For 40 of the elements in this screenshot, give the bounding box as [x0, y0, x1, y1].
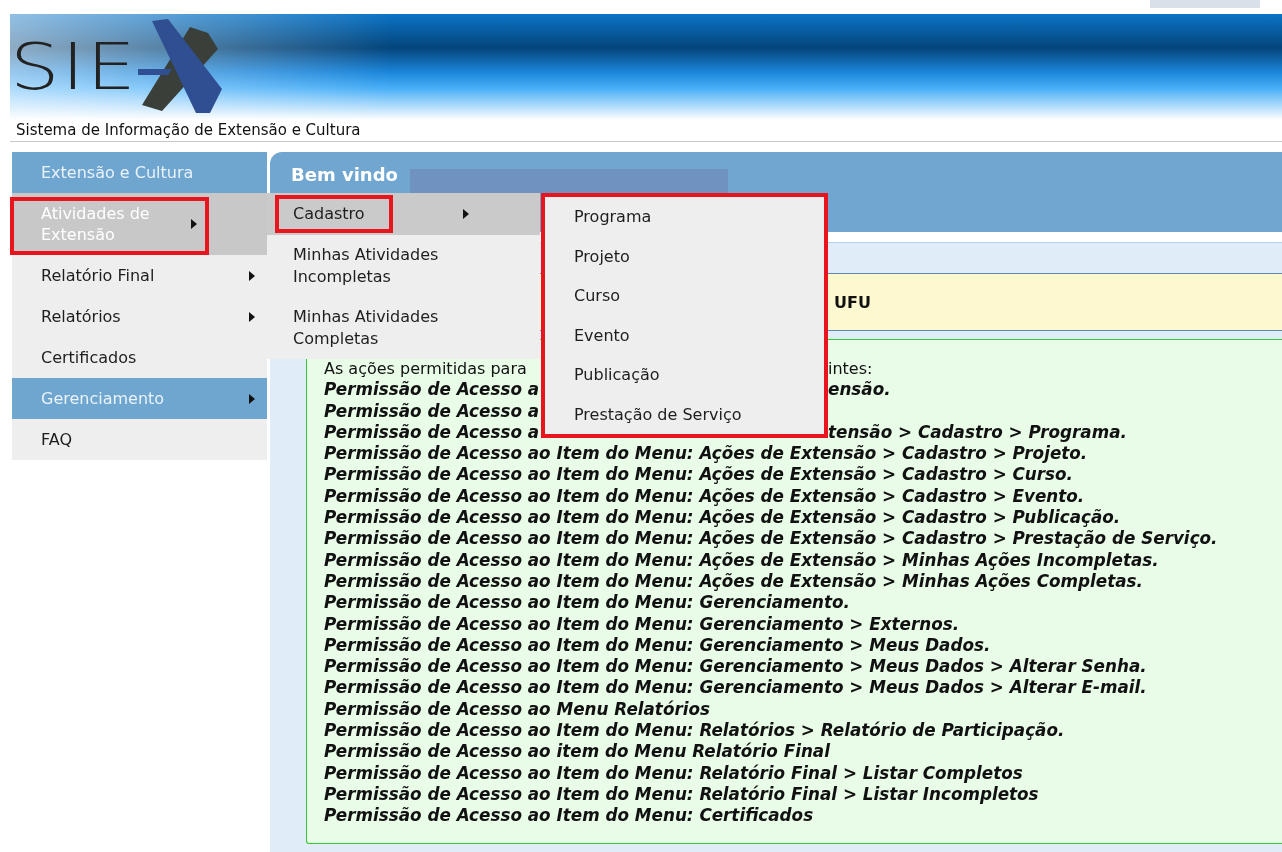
sidebar-item[interactable]: Relatório Final	[12, 255, 267, 296]
permission-text: ensão.	[828, 379, 891, 401]
permission-text: Permissão de Acesso ao Item do Menu: Relatórios > Relatório de Participação.	[324, 720, 1065, 742]
permission-text: Permissão de Acesso ao Item do Menu: Ações de Extensão > Cadastro > Prestação de Serviço.	[324, 528, 1218, 550]
submenu-item[interactable]: Publicação	[545, 355, 824, 395]
permission-text: Permissão de Acesso ao Item do Menu: Relatório Final > Listar Completos	[324, 762, 1023, 784]
submenu-item[interactable]: Cadastro	[267, 193, 540, 235]
permission-text: Permissão de Acesso a	[324, 400, 540, 422]
sidebar-item[interactable]: Relatórios	[12, 296, 267, 337]
permission-text: Permissão de Acesso ao Item do Menu: Gerenciamento > Meus Dados > Alterar Senha.	[324, 656, 1147, 678]
permission-text: tensão > Cadastro > Programa.	[828, 421, 1127, 444]
submenu-item[interactable]: Projeto	[545, 236, 824, 276]
logo-text: SIE	[10, 35, 138, 99]
submenu-item[interactable]: Prestação de Serviço	[545, 394, 824, 434]
submenu-item[interactable]: Curso	[545, 276, 824, 316]
welcome-text: Bem vindo	[291, 164, 398, 185]
permission-text: Permissão de Acesso ao Item do Menu: Ações de Extensão > Minhas Ações Completas.	[324, 570, 1143, 593]
sidebar-item[interactable]: Certificados	[12, 337, 267, 378]
permission-text: Permissão de Acesso ao Menu Relatórios	[324, 698, 710, 721]
permission-text: Permissão de Acesso ao item do Menu Relatório Final	[324, 741, 830, 763]
intro-text: As ações permitidas para	[324, 358, 527, 380]
permission-text: Permissão de Acesso ao Item do Menu: Relatório Final > Listar Incompletos	[324, 783, 1039, 806]
site-subtitle: Sistema de Informação de Extensão e Cultura	[10, 120, 1282, 142]
permission-text: Permissão de Acesso ao Item do Menu: Ações de Extensão > Cadastro > Publicação.	[324, 507, 1121, 529]
permission-text: Permissão de Acesso ao Item do Menu: Ações de Extensão > Cadastro > Curso.	[324, 464, 1073, 486]
sidebar-item[interactable]: FAQ	[12, 419, 267, 460]
permission-text: Permissão de Acesso a	[324, 421, 540, 444]
permission-text: Permissão de Acesso ao Item do Menu: Gerenciamento > Meus Dados > Alterar E-mail.	[324, 677, 1147, 699]
intro-text: intes:	[828, 358, 873, 380]
permission-text: Permissão de Acesso ao Item do Menu: Gerenciamento > Meus Dados.	[324, 634, 991, 657]
permission-text: Permissão de Acesso a	[324, 379, 540, 401]
permission-text: Permissão de Acesso ao Item do Menu: Ações de Extensão > Cadastro > Projeto.	[324, 443, 1088, 465]
permission-text: Permissão de Acesso ao Item do Menu: Ações de Extensão > Minhas Ações Incompletas.	[324, 549, 1159, 571]
permission-text: Permissão de Acesso ao Item do Menu: Gerenciamento.	[324, 592, 850, 614]
submenu-item[interactable]: Evento	[545, 315, 824, 355]
submenu-item[interactable]: Programa	[545, 197, 824, 237]
permission-text: Permissão de Acesso ao Item do Menu: Certificados	[324, 805, 814, 827]
permission-text: Permissão de Acesso ao Item do Menu: Gerenciamento > Externos.	[324, 613, 960, 635]
notice-text: UFU	[834, 292, 871, 312]
permission-text: Permissão de Acesso ao Item do Menu: Ações de Extensão > Cadastro > Evento.	[324, 485, 1085, 508]
